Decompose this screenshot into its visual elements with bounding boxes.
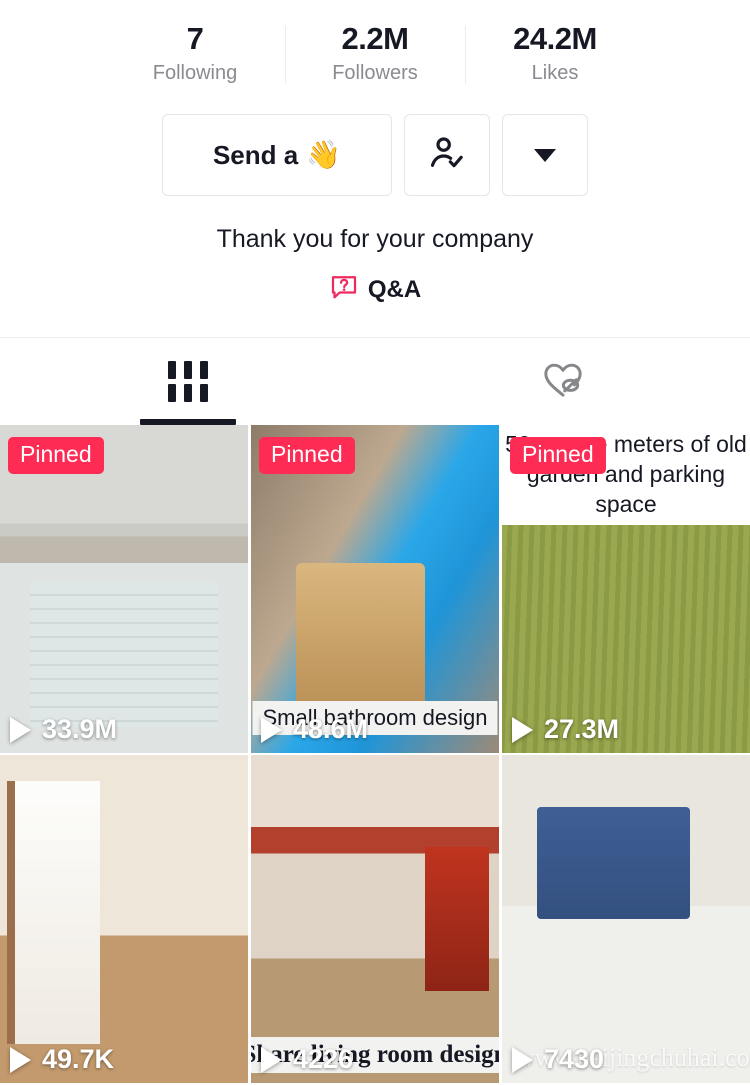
follow-status-button[interactable]	[404, 114, 490, 196]
profile-bio: Thank you for your company	[216, 225, 534, 253]
qa-link[interactable]: Q&A	[0, 272, 750, 307]
view-count-value: 48.6M	[293, 714, 369, 744]
video-thumbnail	[502, 755, 750, 1083]
send-greeting-label: Send a	[212, 139, 299, 170]
view-count: 49.7K	[10, 1044, 114, 1075]
view-count-value: 33.9M	[42, 714, 118, 744]
stat-following[interactable]: 7 Following	[105, 20, 285, 88]
video-thumbnail	[0, 425, 248, 753]
qa-label: Q&A	[367, 275, 422, 303]
play-icon	[261, 1046, 282, 1073]
video-cell-3[interactable]: 50 square meters of old garden and parki…	[502, 425, 750, 753]
view-count: 27.3M	[512, 714, 619, 745]
view-count: 4226	[261, 1044, 353, 1075]
pinned-badge: Pinned	[510, 437, 606, 474]
video-cell-4[interactable]: 49.7K	[0, 755, 248, 1083]
heart-slash-icon	[540, 358, 586, 405]
following-label: Following	[152, 62, 238, 84]
video-cell-6[interactable]: 7430 www.haijingchuhai.com	[502, 755, 750, 1083]
pinned-badge: Pinned	[259, 437, 355, 474]
play-icon	[10, 716, 31, 743]
question-bubble-icon	[329, 272, 359, 307]
more-options-button[interactable]	[502, 114, 588, 196]
play-icon	[10, 1046, 31, 1073]
send-greeting-button[interactable]: Send a 👋	[162, 114, 392, 196]
video-thumbnail	[251, 755, 499, 1083]
chevron-down-icon	[534, 148, 556, 162]
following-count: 7	[186, 21, 204, 56]
play-icon	[261, 716, 282, 743]
view-count-value: 7430	[544, 1044, 605, 1074]
view-count-value: 49.7K	[42, 1044, 115, 1074]
likes-label: Likes	[531, 62, 579, 84]
tab-liked[interactable]	[375, 338, 750, 425]
play-icon	[512, 1046, 533, 1073]
profile-actions: Send a 👋	[0, 114, 750, 196]
waving-hand-icon: 👋	[306, 139, 342, 170]
likes-count: 24.2M	[513, 21, 597, 56]
grid-icon	[167, 361, 208, 402]
stat-followers[interactable]: 2.2M Followers	[285, 20, 465, 88]
video-cell-1[interactable]: Pinned 33.9M	[0, 425, 248, 753]
followers-count: 2.2M	[341, 21, 409, 56]
view-count-value: 27.3M	[544, 714, 620, 744]
tab-videos[interactable]	[0, 338, 375, 425]
view-count: 7430	[512, 1044, 604, 1075]
tiktok-profile-screen: 7 Following 2.2M Followers 24.2M Likes S…	[0, 0, 750, 1085]
video-cell-2[interactable]: Pinned Small bathroom design 48.6M	[251, 425, 499, 753]
video-cell-5[interactable]: 4226 Share living room design	[251, 755, 499, 1083]
profile-stats: 7 Following 2.2M Followers 24.2M Likes	[0, 0, 750, 96]
followers-label: Followers	[332, 62, 418, 84]
play-icon	[512, 716, 533, 743]
video-grid: Pinned 33.9M Pinned Small bathroom desig…	[0, 425, 750, 1085]
view-count: 33.9M	[10, 714, 117, 745]
profile-tabbar	[0, 337, 750, 425]
person-check-icon	[427, 133, 467, 178]
stat-likes[interactable]: 24.2M Likes	[465, 20, 645, 88]
pinned-badge: Pinned	[8, 437, 104, 474]
video-thumbnail	[0, 755, 248, 1083]
view-count: 48.6M	[261, 714, 368, 745]
view-count-value: 4226	[293, 1044, 354, 1074]
